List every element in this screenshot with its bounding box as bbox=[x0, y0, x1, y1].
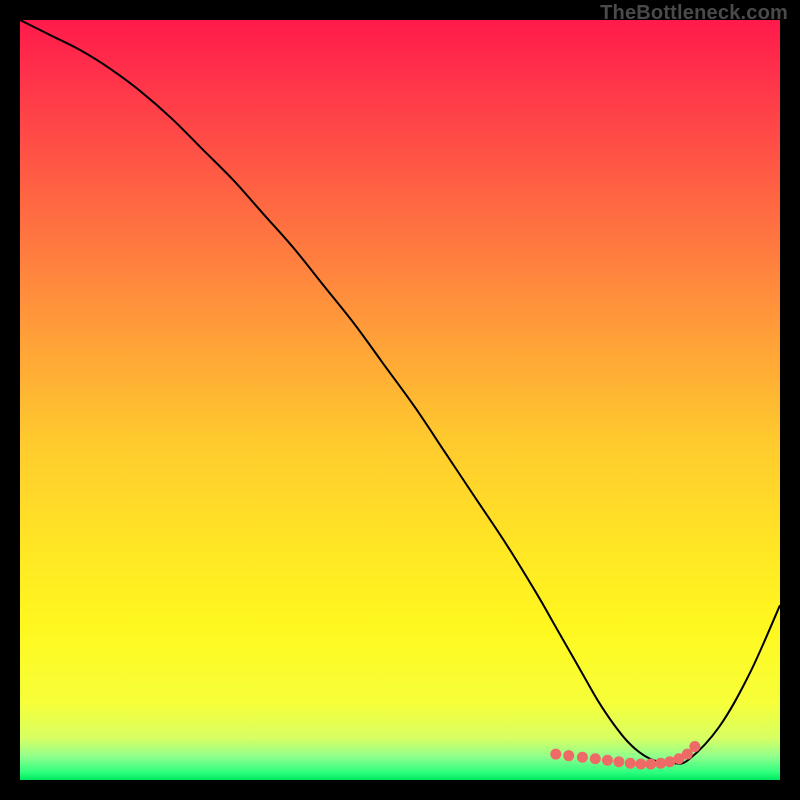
chart-container: TheBottleneck.com bbox=[0, 0, 800, 800]
background-gradient bbox=[20, 20, 780, 780]
plot-area bbox=[20, 20, 780, 780]
watermark-text: TheBottleneck.com bbox=[600, 2, 788, 25]
